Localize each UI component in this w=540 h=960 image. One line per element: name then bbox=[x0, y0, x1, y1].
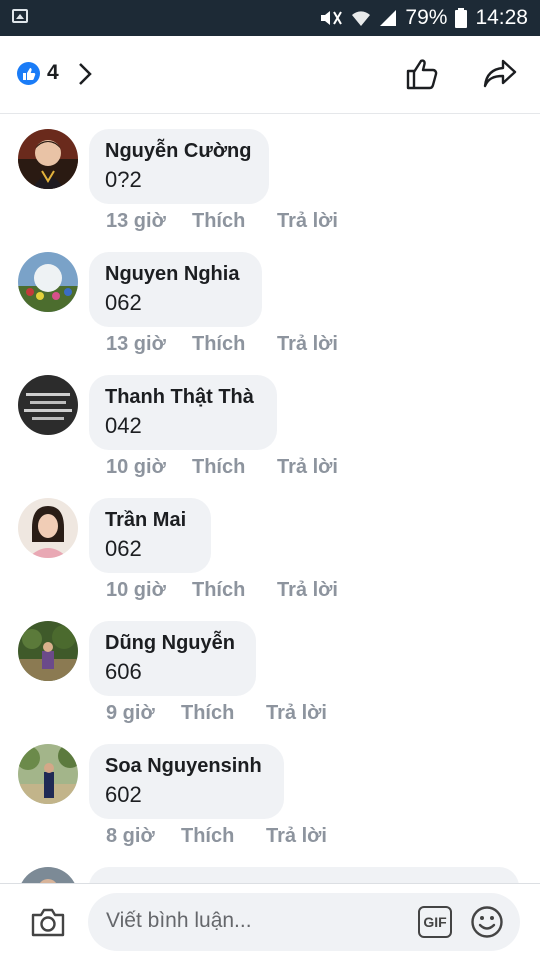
comment-bubble[interactable] bbox=[89, 867, 519, 883]
signal-icon bbox=[380, 10, 397, 26]
commenter-name[interactable]: Thanh Thật Thà bbox=[105, 385, 261, 409]
reaction-count[interactable]: 4 bbox=[47, 61, 59, 85]
comment-time: 9 giờ bbox=[106, 702, 155, 724]
comment-item: Nguyen Nghia 062 13 giờ Thích Trả lời bbox=[0, 252, 540, 375]
like-comment-button[interactable]: Thích bbox=[192, 579, 277, 602]
reply-button[interactable]: Trả lời bbox=[277, 210, 338, 233]
reply-button[interactable]: Trả lời bbox=[277, 456, 338, 479]
gif-button[interactable]: GIF bbox=[418, 906, 452, 938]
status-time: 14:28 bbox=[475, 6, 528, 29]
comment-time: 13 giờ bbox=[106, 333, 166, 355]
commenter-name[interactable]: Nguyễn Cường bbox=[105, 139, 253, 163]
avatar[interactable] bbox=[18, 621, 78, 681]
comment-time: 8 giờ bbox=[106, 825, 155, 847]
comment-bubble[interactable]: Dũng Nguyễn 606 bbox=[89, 621, 256, 696]
comment-actions: 13 giờ Thích Trả lời bbox=[106, 333, 338, 356]
comment-bubble[interactable]: Soa Nguyensinh 602 bbox=[89, 744, 284, 819]
chevron-right-icon[interactable] bbox=[78, 62, 92, 86]
comment-list: Nguyễn Cường 0?2 13 giờ Thích Trả lời Ng… bbox=[0, 115, 540, 883]
commenter-name[interactable]: Soa Nguyensinh bbox=[105, 754, 268, 778]
reply-button[interactable]: Trả lời bbox=[277, 333, 338, 356]
like-comment-button[interactable]: Thích bbox=[192, 333, 277, 356]
comment-text: 062 bbox=[105, 536, 142, 561]
mute-icon bbox=[321, 11, 343, 25]
comment-text: 042 bbox=[105, 413, 142, 438]
like-comment-button[interactable]: Thích bbox=[181, 702, 266, 725]
comment-item: Dũng Nguyễn 606 9 giờ Thích Trả lời bbox=[0, 621, 540, 744]
reply-button[interactable]: Trả lời bbox=[277, 579, 338, 602]
camera-icon[interactable] bbox=[30, 906, 66, 938]
like-comment-button[interactable]: Thích bbox=[192, 210, 277, 233]
comment-item: Trần Mai 062 10 giờ Thích Trả lời bbox=[0, 498, 540, 621]
comment-time: 10 giờ bbox=[106, 579, 166, 601]
wifi-icon bbox=[352, 11, 371, 26]
comment-actions: 13 giờ Thích Trả lời bbox=[106, 210, 338, 233]
comment-item-partial bbox=[0, 867, 540, 883]
reply-button[interactable]: Trả lời bbox=[266, 825, 327, 848]
share-icon[interactable] bbox=[483, 58, 517, 88]
gallery-notification-icon bbox=[12, 9, 28, 23]
avatar[interactable] bbox=[18, 498, 78, 558]
comment-time: 13 giờ bbox=[106, 210, 166, 232]
comment-actions: 10 giờ Thích Trả lời bbox=[106, 456, 338, 479]
status-bar: 79% 14:28 bbox=[0, 0, 540, 36]
avatar[interactable] bbox=[18, 867, 78, 883]
comment-actions: 8 giờ Thích Trả lời bbox=[106, 825, 327, 848]
avatar[interactable] bbox=[18, 129, 78, 189]
comment-bubble[interactable]: Nguyen Nghia 062 bbox=[89, 252, 262, 327]
comment-actions: 10 giờ Thích Trả lời bbox=[106, 579, 338, 602]
like-reaction-icon[interactable] bbox=[17, 62, 40, 85]
avatar[interactable] bbox=[18, 744, 78, 804]
comment-item: Thanh Thật Thà 042 10 giờ Thích Trả lời bbox=[0, 375, 540, 498]
reactions-header: 4 bbox=[0, 36, 540, 114]
comment-text: 0?2 bbox=[105, 167, 142, 192]
emoji-icon[interactable] bbox=[470, 905, 504, 939]
comment-bubble[interactable]: Trần Mai 062 bbox=[89, 498, 211, 573]
comment-input[interactable]: Viết bình luận... GIF bbox=[88, 893, 520, 951]
comment-bubble[interactable]: Thanh Thật Thà 042 bbox=[89, 375, 277, 450]
comment-actions: 9 giờ Thích Trả lời bbox=[106, 702, 327, 725]
commenter-name[interactable]: Nguyen Nghia bbox=[105, 262, 246, 286]
avatar[interactable] bbox=[18, 252, 78, 312]
comment-text: 606 bbox=[105, 659, 142, 684]
like-comment-button[interactable]: Thích bbox=[192, 456, 277, 479]
comment-item: Soa Nguyensinh 602 8 giờ Thích Trả lời bbox=[0, 744, 540, 867]
comment-bubble[interactable]: Nguyễn Cường 0?2 bbox=[89, 129, 269, 204]
comment-input-placeholder[interactable]: Viết bình luận... bbox=[106, 909, 252, 933]
avatar[interactable] bbox=[18, 375, 78, 435]
comment-item: Nguyễn Cường 0?2 13 giờ Thích Trả lời bbox=[0, 129, 540, 252]
comment-composer: Viết bình luận... GIF bbox=[0, 883, 540, 960]
battery-percent: 79% bbox=[405, 6, 448, 29]
battery-icon bbox=[455, 8, 468, 28]
like-comment-button[interactable]: Thích bbox=[181, 825, 266, 848]
comment-text: 602 bbox=[105, 782, 142, 807]
reply-button[interactable]: Trả lời bbox=[266, 702, 327, 725]
comment-time: 10 giờ bbox=[106, 456, 166, 478]
like-button-icon[interactable] bbox=[405, 58, 439, 90]
comment-text: 062 bbox=[105, 290, 142, 315]
commenter-name[interactable]: Dũng Nguyễn bbox=[105, 631, 240, 655]
commenter-name[interactable]: Trần Mai bbox=[105, 508, 195, 532]
